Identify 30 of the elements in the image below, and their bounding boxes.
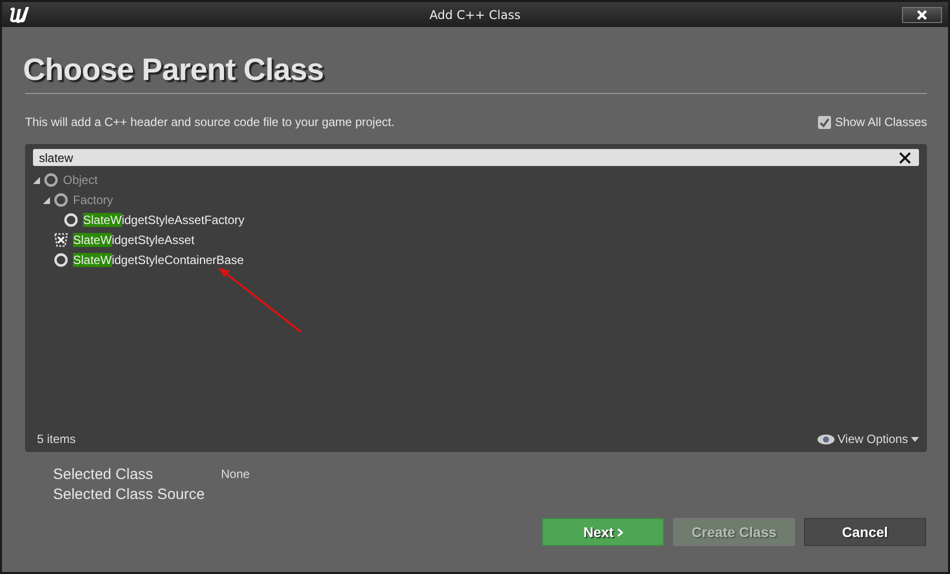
expander-icon[interactable] — [33, 176, 40, 184]
circle-icon — [53, 192, 69, 208]
circle-icon — [63, 212, 79, 228]
class-tree-item[interactable]: SlateWidgetStyleContainerBase — [73, 253, 244, 267]
selected-class-source-label: Selected Class Source — [53, 486, 206, 502]
search-field[interactable]: slatew — [33, 149, 919, 166]
class-tree-item[interactable]: SlateWidgetStyleAssetFactory — [83, 213, 244, 227]
cancel-button[interactable]: Cancel — [804, 518, 926, 546]
chevron-icon — [616, 528, 623, 536]
class-tree-item[interactable]: Object — [63, 173, 98, 187]
class-tree-item[interactable]: SlateWidgetStyleAsset — [73, 233, 194, 247]
selected-class-label: Selected Class — [53, 466, 154, 482]
logo-icon — [8, 4, 32, 24]
close-icon — [916, 8, 928, 20]
eye-icon — [816, 434, 835, 444]
item-count: 5 items — [37, 432, 76, 446]
close-button[interactable] — [902, 6, 942, 22]
class-tree-item[interactable]: Factory — [73, 193, 114, 207]
view-options-button[interactable]: View Options — [816, 432, 919, 446]
circle-icon — [53, 252, 69, 268]
clear-icon[interactable] — [899, 152, 911, 164]
page-heading: Choose Parent Class — [23, 51, 325, 89]
caret-icon — [911, 436, 919, 442]
selected-class-value: None — [221, 467, 250, 481]
window-title: Add C++ Class — [428, 8, 522, 22]
description-text: This will add a C++ header and source code file to your game project. — [25, 115, 395, 129]
show-all-classes-checkbox[interactable]: Show All Classes — [818, 115, 927, 129]
widget-icon — [53, 232, 69, 248]
circle-icon — [43, 172, 59, 188]
expander-icon[interactable] — [43, 196, 50, 204]
